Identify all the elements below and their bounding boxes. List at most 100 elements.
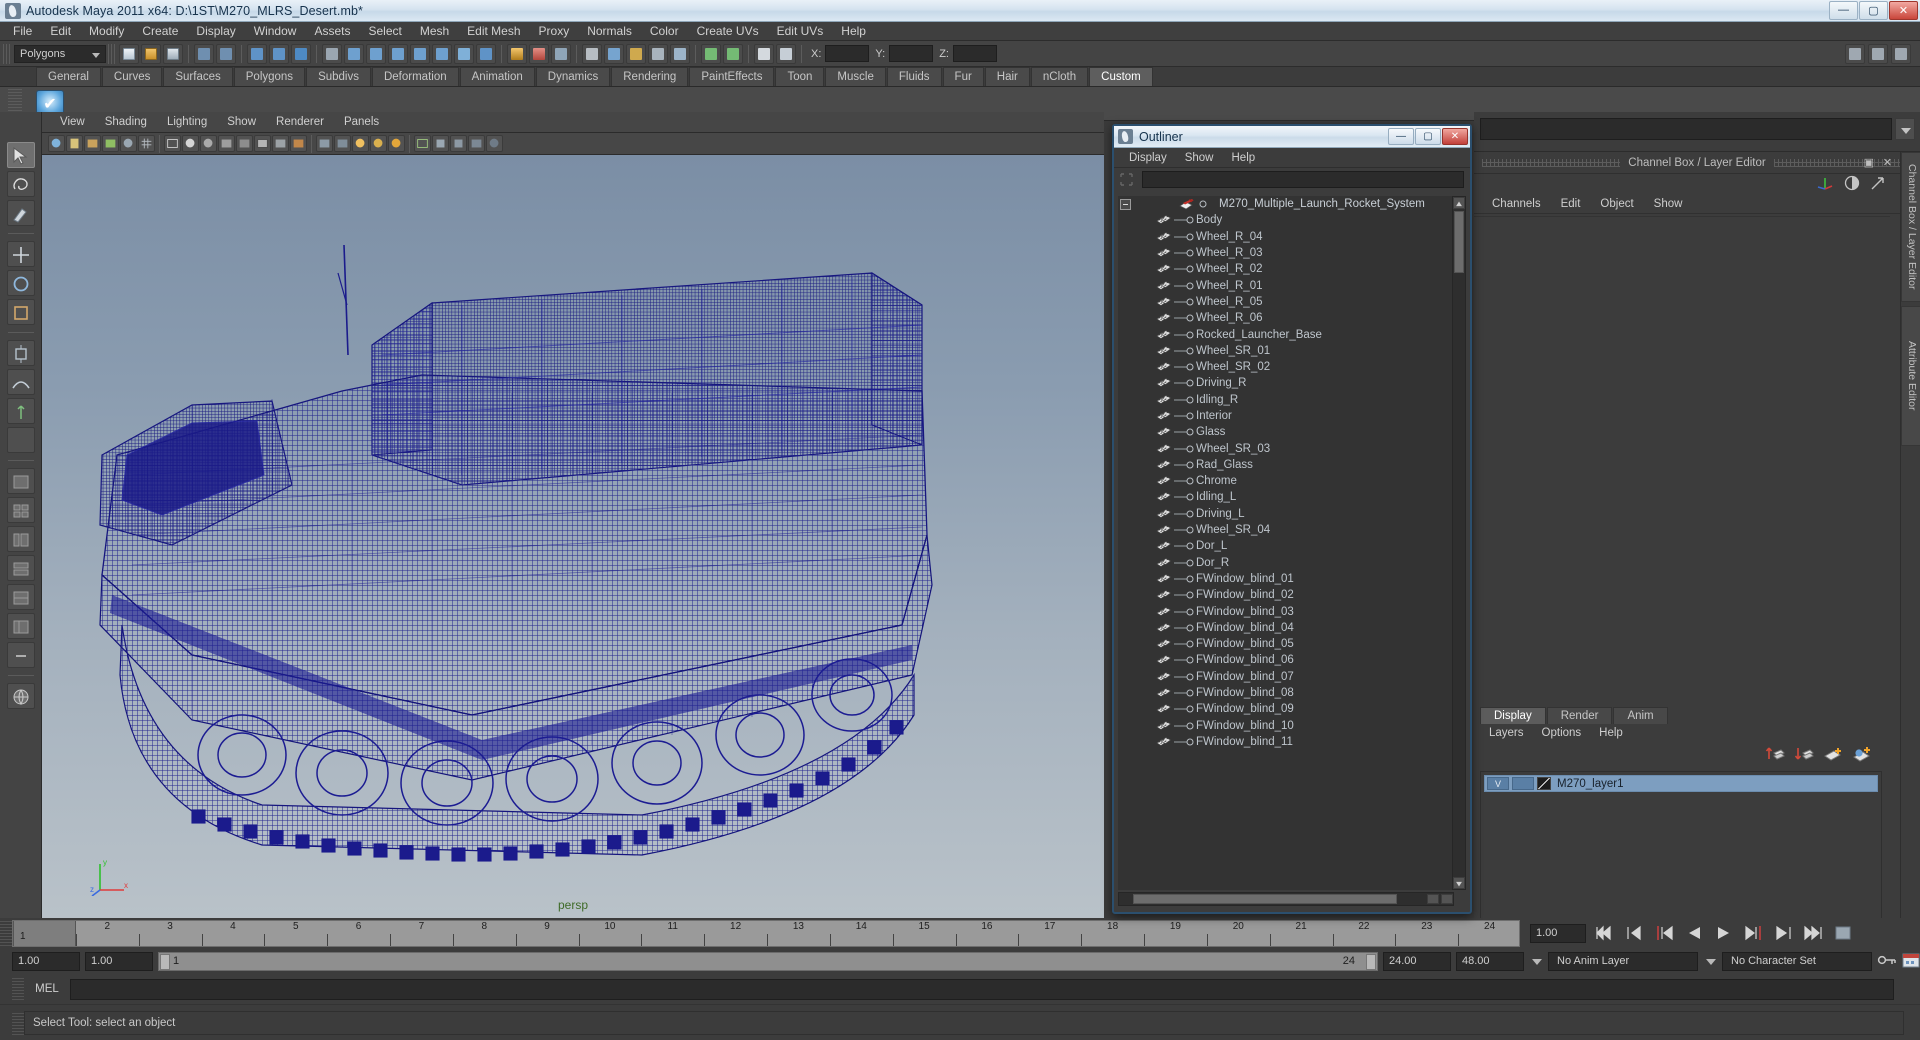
vp-flat-shade-icon[interactable]: [218, 135, 235, 152]
rotate-tool-icon[interactable]: [6, 270, 35, 296]
vp-select-camera-icon[interactable]: [48, 135, 65, 152]
vp-light-bulb-icon[interactable]: [370, 135, 387, 152]
outliner-item[interactable]: FWindow_blind_03: [1118, 603, 1454, 619]
channelbox-menu-edit[interactable]: Edit: [1551, 194, 1591, 214]
snap-grid-icon[interactable]: [344, 43, 364, 64]
outliner-menu-help[interactable]: Help: [1223, 148, 1265, 168]
layer-editor-menu-help[interactable]: Help: [1590, 724, 1632, 743]
toggle-grid-icon[interactable]: [582, 43, 602, 64]
outliner-item[interactable]: Dor_R: [1118, 555, 1454, 571]
viewport-menu-lighting[interactable]: Lighting: [157, 112, 217, 133]
layer-row[interactable]: V M270_layer1: [1484, 775, 1878, 792]
snap-curve-icon[interactable]: [366, 43, 386, 64]
outliner-item[interactable]: Driving_R: [1118, 375, 1454, 391]
vp-all-lights-icon[interactable]: [334, 135, 351, 152]
undo-icon[interactable]: [194, 43, 214, 64]
channelbox-manipulator-icon[interactable]: [1816, 174, 1834, 195]
shelf-tab-muscle[interactable]: Muscle: [825, 67, 886, 86]
sidebar-toggle-3-icon[interactable]: [1891, 43, 1911, 64]
outliner-item[interactable]: Idling_L: [1118, 489, 1454, 505]
previous-key-icon[interactable]: [1652, 923, 1676, 943]
outliner-item[interactable]: FWindow_blind_02: [1118, 587, 1454, 603]
range-slider[interactable]: 1 24: [158, 951, 1378, 971]
menu-item-edit-mesh[interactable]: Edit Mesh: [458, 22, 529, 41]
paint-select-icon[interactable]: [626, 43, 646, 64]
outliner-scroll-up-arrow-icon[interactable]: [1453, 197, 1465, 209]
shelf-tab-fluids[interactable]: Fluids: [886, 67, 942, 86]
commandline-grip[interactable]: [12, 978, 24, 1000]
vp-two-sided-lighting-icon[interactable]: [102, 135, 119, 152]
outliner-item[interactable]: FWindow_blind_07: [1118, 669, 1454, 685]
command-language-label[interactable]: MEL: [30, 983, 64, 995]
outliner-item[interactable]: FWindow_blind_05: [1118, 636, 1454, 652]
render-settings-icon[interactable]: [551, 43, 571, 64]
menu-item-create[interactable]: Create: [133, 22, 187, 41]
vp-wireframe-icon[interactable]: [164, 135, 181, 152]
menu-item-modify[interactable]: Modify: [80, 22, 133, 41]
outliner-item[interactable]: FWindow_blind_08: [1118, 685, 1454, 701]
move-layer-up-icon[interactable]: [1765, 745, 1785, 766]
menu-item-assets[interactable]: Assets: [305, 22, 359, 41]
move-tool-icon[interactable]: [6, 241, 35, 267]
last-tool-icon[interactable]: [6, 427, 35, 453]
maximize-button[interactable]: ▢: [1859, 0, 1888, 20]
helpline-grip[interactable]: [12, 1010, 24, 1035]
menu-item-create-uvs[interactable]: Create UVs: [688, 22, 768, 41]
shelf-tab-polygons[interactable]: Polygons: [233, 67, 306, 86]
expand-collapse-icon[interactable]: [1120, 198, 1131, 210]
vp-use-default-light-icon[interactable]: [316, 135, 333, 152]
outliner-item[interactable]: Driving_L: [1118, 506, 1454, 522]
layer-list[interactable]: V M270_layer1: [1480, 771, 1882, 921]
side-tab-attribute-editor[interactable]: Attribute Editor: [1901, 306, 1920, 446]
mel-command-input[interactable]: [70, 978, 1894, 1000]
outliner-item[interactable]: Wheel_R_05: [1118, 294, 1454, 310]
vp-smooth-shade-selected-icon[interactable]: [200, 135, 217, 152]
vp-texture-icon[interactable]: [290, 135, 307, 152]
playback-options-icon[interactable]: [1832, 923, 1856, 943]
shelf-tab-rendering[interactable]: Rendering: [611, 67, 689, 86]
open-scene-icon[interactable]: [141, 43, 161, 64]
go-to-start-icon[interactable]: [1592, 923, 1616, 943]
vp-exposure-icon[interactable]: [486, 135, 503, 152]
shelf-tab-hair[interactable]: Hair: [984, 67, 1030, 86]
select-tool-icon[interactable]: [6, 142, 35, 168]
quick-layout-single-icon[interactable]: [6, 468, 35, 494]
character-set-dropdown-arrow-icon[interactable]: [1703, 952, 1717, 971]
snap-point-icon[interactable]: [388, 43, 408, 64]
menu-item-help[interactable]: Help: [832, 22, 875, 41]
show-manipulator-icon[interactable]: [701, 43, 721, 64]
range-end-field[interactable]: 48.00: [1456, 951, 1524, 971]
channelbox-graph-arrow-icon[interactable]: [1870, 175, 1886, 194]
quick-layout-more-icon[interactable]: [6, 613, 35, 639]
time-cursor[interactable]: 1: [13, 920, 76, 946]
step-forward-key-icon[interactable]: [1772, 923, 1796, 943]
outliner-item[interactable]: Wheel_R_02: [1118, 261, 1454, 277]
outliner-item[interactable]: FWindow_blind_09: [1118, 701, 1454, 717]
shelf-tab-dynamics[interactable]: Dynamics: [535, 67, 611, 86]
outliner-item[interactable]: Body: [1118, 212, 1454, 228]
vp-grid-icon[interactable]: [138, 135, 155, 152]
vp-smooth-shade-all-icon[interactable]: [182, 135, 199, 152]
construction-history-icon[interactable]: [454, 43, 474, 64]
layer-color-swatch[interactable]: [1537, 777, 1551, 790]
shelf-tab-toon[interactable]: Toon: [775, 67, 825, 86]
quick-layout-collapse-icon[interactable]: [6, 642, 35, 668]
outliner-hscroll-left-arrow-icon[interactable]: [1427, 894, 1439, 904]
new-scene-icon[interactable]: [119, 43, 139, 64]
scale-tool-icon[interactable]: [6, 299, 35, 325]
select-by-object-icon[interactable]: [269, 43, 289, 64]
outliner-search-input[interactable]: [1142, 170, 1464, 188]
paint-effects-globe-icon[interactable]: [6, 683, 35, 709]
outliner-minimize-button[interactable]: —: [1388, 128, 1414, 145]
outliner-filter-icon[interactable]: [1118, 171, 1138, 188]
menu-item-display[interactable]: Display: [187, 22, 244, 41]
quick-layout-outliner-persp-icon[interactable]: [6, 526, 35, 552]
outliner-item[interactable]: Wheel_R_04: [1118, 229, 1454, 245]
vp-remove-selected-icon[interactable]: [450, 135, 467, 152]
outliner-menu-display[interactable]: Display: [1120, 148, 1176, 168]
outliner-item[interactable]: FWindow_blind_04: [1118, 620, 1454, 636]
layer-name[interactable]: M270_layer1: [1554, 778, 1623, 790]
close-button[interactable]: ✕: [1889, 0, 1918, 20]
render-current-frame-icon[interactable]: [507, 43, 527, 64]
step-back-key-icon[interactable]: [1622, 923, 1646, 943]
